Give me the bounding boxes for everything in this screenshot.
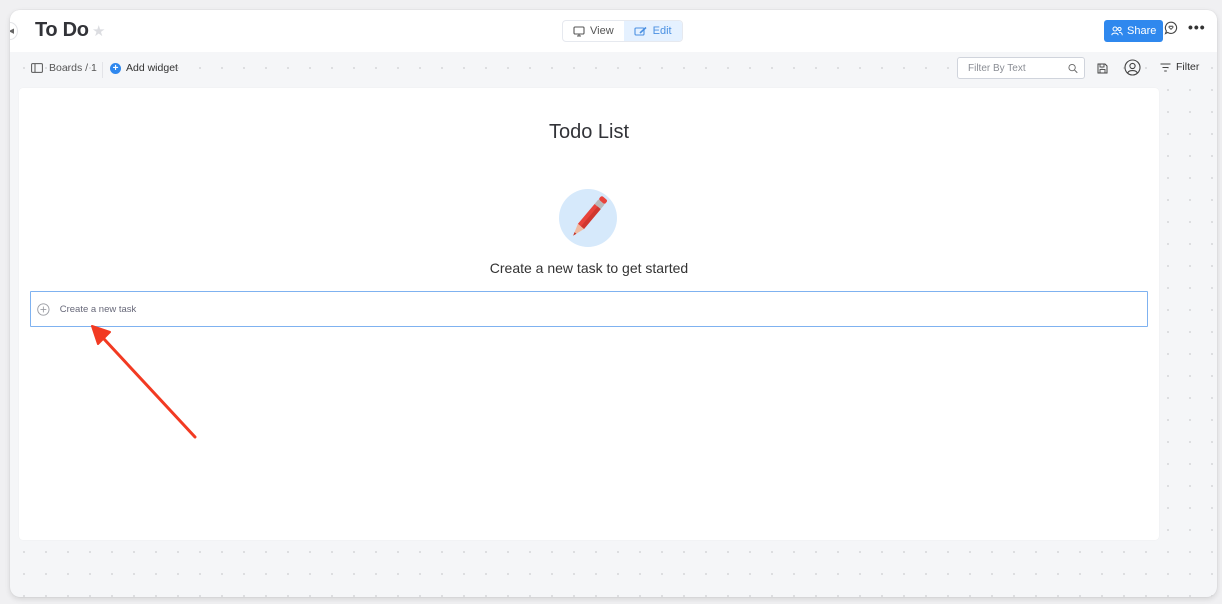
- toolbar-divider: [102, 62, 103, 78]
- pencil-icon: [559, 189, 617, 247]
- app-window: ◀ To Do ★ View Edit Share ••• Boards / 1…: [10, 10, 1217, 597]
- empty-state-message: Create a new task to get started: [489, 260, 689, 276]
- filter-button[interactable]: Filter: [1160, 61, 1199, 73]
- share-button[interactable]: Share: [1104, 20, 1164, 42]
- add-widget-label: Add widget: [126, 62, 178, 74]
- view-mode-button[interactable]: View: [563, 21, 624, 41]
- edit-mode-label: Edit: [652, 25, 672, 37]
- search-icon[interactable]: [1068, 63, 1078, 74]
- filter-label: Filter: [1176, 61, 1200, 73]
- new-task-row[interactable]: [30, 291, 1148, 327]
- people-icon: [1111, 26, 1123, 36]
- widget-title: Todo List: [548, 121, 630, 143]
- filter-icon: [1160, 62, 1171, 72]
- todo-list-widget: Todo List Create a new task to get start…: [19, 88, 1159, 540]
- plus-circle-icon: +: [110, 62, 121, 74]
- board-title[interactable]: To Do: [35, 19, 89, 42]
- more-horizontal-icon[interactable]: •••: [1188, 19, 1206, 35]
- add-circle-icon[interactable]: [37, 302, 50, 316]
- add-widget-button[interactable]: + Add widget: [110, 62, 178, 74]
- save-icon[interactable]: [1097, 61, 1108, 79]
- filter-by-text-field[interactable]: [957, 57, 1085, 79]
- filter-by-text-input[interactable]: [968, 62, 1068, 74]
- person-filter-icon[interactable]: [1124, 59, 1141, 81]
- boards-breadcrumb-label: Boards / 1: [49, 62, 97, 74]
- empty-state-illustration: [559, 186, 619, 253]
- star-icon[interactable]: ★: [92, 22, 105, 40]
- chevron-left-icon: ◀: [10, 28, 14, 35]
- sidebar-collapse-button[interactable]: ◀: [10, 22, 18, 40]
- view-mode-label: View: [590, 25, 614, 37]
- boards-breadcrumb[interactable]: Boards / 1: [31, 62, 97, 74]
- share-label: Share: [1127, 25, 1157, 37]
- monitor-icon: [573, 25, 585, 37]
- new-task-input[interactable]: [59, 303, 1147, 315]
- chat-bubble-icon[interactable]: [1164, 21, 1178, 40]
- board-header: ◀ To Do ★ View Edit Share •••: [10, 10, 1217, 52]
- panel-icon: [31, 63, 43, 73]
- edit-pencil-icon: [634, 26, 647, 36]
- view-edit-toggle: View Edit: [562, 20, 683, 42]
- board-toolbar: Boards / 1 + Add widget Filter By Text F…: [10, 52, 1217, 88]
- edit-mode-button[interactable]: Edit: [623, 21, 682, 41]
